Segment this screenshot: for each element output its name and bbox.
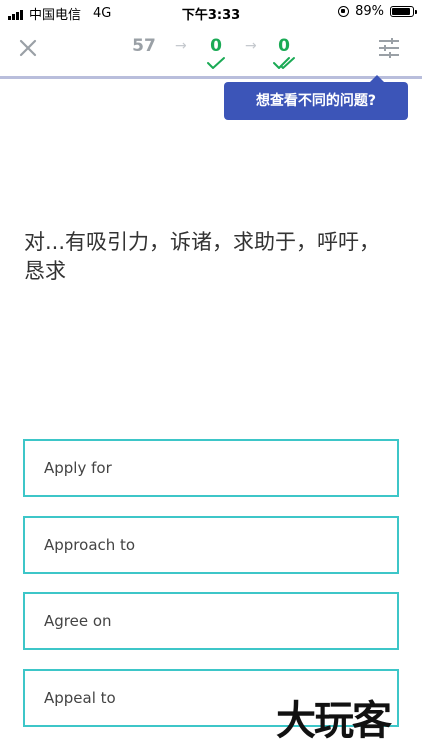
arrow-right-icon: → xyxy=(245,38,257,54)
answer-option[interactable]: Approach to xyxy=(23,516,399,574)
correct-count: 0 xyxy=(210,36,222,56)
answer-option-label: Apply for xyxy=(44,459,112,477)
answer-option[interactable]: Agree on xyxy=(23,592,399,650)
check-icon xyxy=(207,57,225,69)
orientation-lock-icon xyxy=(338,6,350,17)
tooltip[interactable]: 想查看不同的问题? xyxy=(224,75,408,120)
arrow-right-icon: → xyxy=(175,38,187,54)
close-icon xyxy=(19,39,37,57)
status-bar: 中国电信 4G 下午3:33 89% xyxy=(0,0,422,24)
answer-option-label: Agree on xyxy=(44,612,112,630)
sliders-icon xyxy=(379,38,399,58)
battery-icon xyxy=(390,6,417,17)
settings-button[interactable] xyxy=(376,36,402,60)
answer-option-label: Appeal to xyxy=(44,689,116,707)
battery-percent: 89% xyxy=(355,4,384,19)
answer-option[interactable]: Apply for xyxy=(23,439,399,497)
answer-option-label: Approach to xyxy=(44,536,136,554)
total-count: 57 xyxy=(132,36,156,56)
mastered-count: 0 xyxy=(278,36,290,56)
question-text: 对...有吸引力，诉诸，求助于，呼吁，恳求 xyxy=(24,230,381,283)
watermark-logo: 大玩客 xyxy=(276,697,392,744)
close-button[interactable] xyxy=(14,34,42,62)
top-nav: 57 → 0 → 0 xyxy=(0,24,422,76)
status-bar-right: 89% xyxy=(338,4,417,19)
battery-level xyxy=(392,8,410,15)
double-check-icon xyxy=(273,57,295,69)
progress-divider xyxy=(0,76,422,79)
